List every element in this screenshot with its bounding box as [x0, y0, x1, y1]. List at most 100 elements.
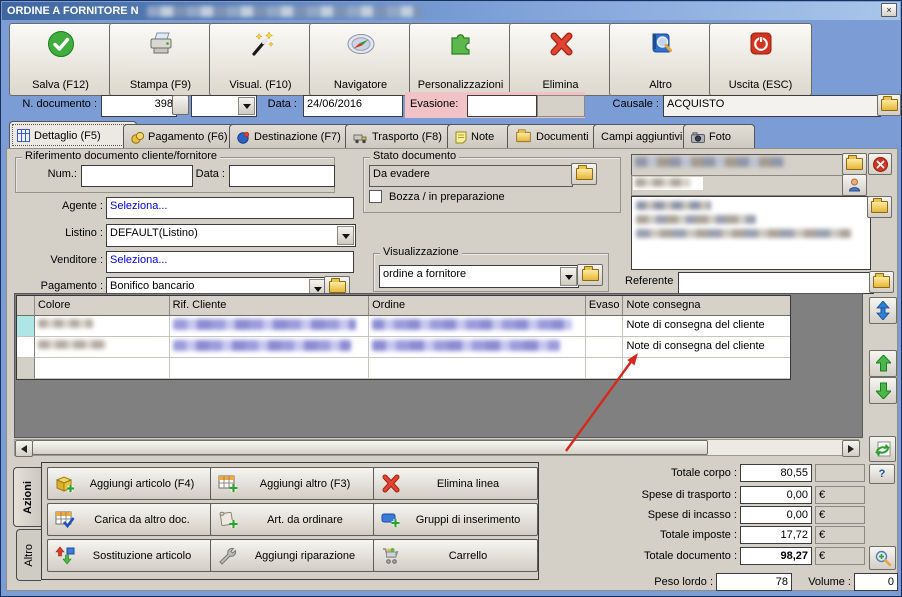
row-down-button[interactable]	[869, 377, 897, 404]
art-da-ordinare-button[interactable]: Art. da ordinare	[210, 503, 375, 536]
tab-destinazione[interactable]: Destinazione (F7)	[229, 124, 359, 149]
col-note-consegna[interactable]: Note consegna	[623, 296, 790, 316]
elimina-linea-button[interactable]: Elimina linea	[373, 467, 538, 500]
delete-button[interactable]: Elimina	[509, 23, 612, 96]
totale-corpo-value[interactable]: 80,55	[740, 464, 812, 482]
gruppi-di-inserimento-button[interactable]: Gruppi di inserimento	[373, 503, 538, 536]
ndoc-series-dropdown[interactable]	[191, 95, 257, 117]
horizontal-scrollbar[interactable]	[14, 439, 860, 457]
tab-campi-aggiuntivi[interactable]: Campi aggiuntivi	[593, 124, 697, 149]
visual-button[interactable]: Visual. (F10)	[209, 23, 312, 96]
print-button[interactable]: Stampa (F9)	[109, 23, 212, 96]
redacted-address-line	[636, 201, 711, 210]
move-row-button[interactable]	[869, 297, 897, 324]
bozza-checkbox[interactable]	[369, 190, 382, 203]
visualizzazione-folder-button[interactable]	[577, 264, 603, 286]
help-button[interactable]: ?	[869, 464, 895, 484]
rif-num-input[interactable]	[81, 165, 193, 187]
peso-lordo-value[interactable]: 78	[716, 573, 792, 591]
truck-icon	[353, 134, 367, 143]
fornitore-code-field[interactable]	[631, 175, 847, 196]
fornitore-address-box[interactable]	[631, 196, 871, 270]
chevron-down-icon[interactable]	[337, 226, 354, 245]
note-consegna-cell: Note di consegna del cliente	[623, 316, 790, 337]
listino-dropdown[interactable]: DEFAULT(Listino)	[106, 224, 356, 247]
contact-person-button[interactable]	[842, 174, 867, 196]
col-colore[interactable]: Colore	[34, 296, 170, 316]
tab-altro[interactable]: Altro	[16, 529, 41, 581]
tab-dettaglio[interactable]: Dettaglio (F5)	[9, 121, 137, 149]
stato-folder-button[interactable]	[571, 163, 597, 185]
scroll-right-arrow[interactable]	[842, 440, 860, 457]
navigator-button[interactable]: Navigatore	[309, 23, 412, 96]
chevron-down-icon[interactable]	[238, 97, 255, 115]
evasione-input[interactable]	[467, 95, 537, 117]
fornitore-folder-button[interactable]	[842, 153, 867, 175]
table-row-empty[interactable]	[17, 358, 790, 379]
redacted-cell	[37, 340, 106, 349]
close-icon[interactable]: ×	[881, 3, 897, 17]
redacted-cell	[37, 319, 93, 328]
redacted-supplier-code	[635, 178, 690, 187]
aggiungi-articolo-button[interactable]: Aggiungi articolo (F4)	[47, 467, 212, 500]
referente-input[interactable]	[678, 272, 874, 294]
causale-field[interactable]: ACQUISTO	[663, 95, 881, 117]
coins-icon	[131, 131, 144, 144]
row-up-button[interactable]	[869, 350, 897, 377]
spese-trasporto-value[interactable]: 0,00	[740, 486, 812, 504]
aggiungi-altro-button[interactable]: Aggiungi altro (F3)	[210, 467, 375, 500]
col-rif-cliente[interactable]: Rif. Cliente	[169, 296, 370, 316]
aggiungi-riparazione-button[interactable]: Aggiungi riparazione	[210, 539, 375, 572]
zoom-totals-button[interactable]	[869, 546, 896, 570]
fornitore-clear-button[interactable]	[868, 153, 892, 175]
row-selector-cell[interactable]	[17, 337, 35, 358]
row-selector-cell[interactable]	[17, 316, 35, 337]
causale-folder-button[interactable]	[877, 94, 901, 116]
exit-button[interactable]: Uscita (ESC)	[709, 23, 812, 96]
tab-azioni[interactable]: Azioni	[13, 467, 41, 527]
totale-documento-value[interactable]: 98,27	[740, 547, 812, 565]
totale-imposte-value[interactable]: 17,72	[740, 526, 812, 544]
sostituzione-articolo-button[interactable]: Sostituzione articolo	[47, 539, 212, 572]
redacted-cell	[172, 340, 351, 351]
chevron-down-icon[interactable]	[560, 267, 577, 286]
referente-folder-button[interactable]	[869, 271, 894, 293]
personalizations-button[interactable]: Personalizzazioni	[409, 23, 512, 96]
agente-field[interactable]: Seleziona...	[106, 197, 354, 219]
rif-data-input[interactable]	[229, 165, 335, 187]
venditore-field[interactable]: Seleziona...	[106, 251, 354, 273]
stato-field[interactable]: Da evadere	[369, 165, 573, 187]
tab-documenti[interactable]: Documenti	[507, 124, 607, 149]
table-row[interactable]: Note di consegna del cliente	[17, 316, 790, 337]
col-evaso[interactable]: Evaso	[585, 296, 624, 316]
evasione-disabled-field	[537, 95, 585, 117]
spese-incasso-value[interactable]: 0,00	[740, 506, 812, 524]
redacted-supplier-name	[635, 157, 785, 167]
tab-trasporto[interactable]: Trasporto (F8)	[345, 124, 461, 149]
visualizzazione-dropdown[interactable]: ordine a fornitore	[379, 265, 579, 288]
totale-documento-currency: €	[815, 547, 865, 565]
ndoc-small-button[interactable]	[172, 95, 189, 115]
address-folder-button[interactable]	[867, 196, 892, 218]
date-input[interactable]: 24/06/2016	[303, 95, 403, 117]
volume-value[interactable]: 0	[854, 573, 898, 591]
tab-pagamento[interactable]: Pagamento (F6)	[123, 124, 243, 149]
scroll-left-arrow[interactable]	[15, 440, 33, 457]
carrello-button[interactable]: Carrello	[373, 539, 538, 572]
save-button[interactable]: Salva (F12)	[9, 23, 112, 96]
refresh-button[interactable]	[869, 436, 896, 462]
row-selector-cell[interactable]	[17, 358, 35, 379]
scrollbar-thumb[interactable]	[32, 440, 708, 455]
ndoc-input[interactable]: 398	[101, 95, 177, 117]
wrench-icon	[219, 547, 237, 565]
evasione-label: Evasione:	[410, 98, 459, 110]
tab-foto[interactable]: Foto	[683, 124, 755, 149]
other-button[interactable]: Altro	[609, 23, 712, 96]
redacted-address-line	[636, 215, 756, 224]
col-ordine[interactable]: Ordine	[369, 296, 586, 316]
table-row[interactable]: Note di consegna del cliente	[17, 337, 790, 358]
fornitore-field[interactable]	[631, 154, 847, 176]
col-rowselector[interactable]	[17, 296, 35, 316]
swap-arrows-icon	[55, 546, 75, 565]
carica-da-altro-doc-button[interactable]: Carica da altro doc.	[47, 503, 212, 536]
